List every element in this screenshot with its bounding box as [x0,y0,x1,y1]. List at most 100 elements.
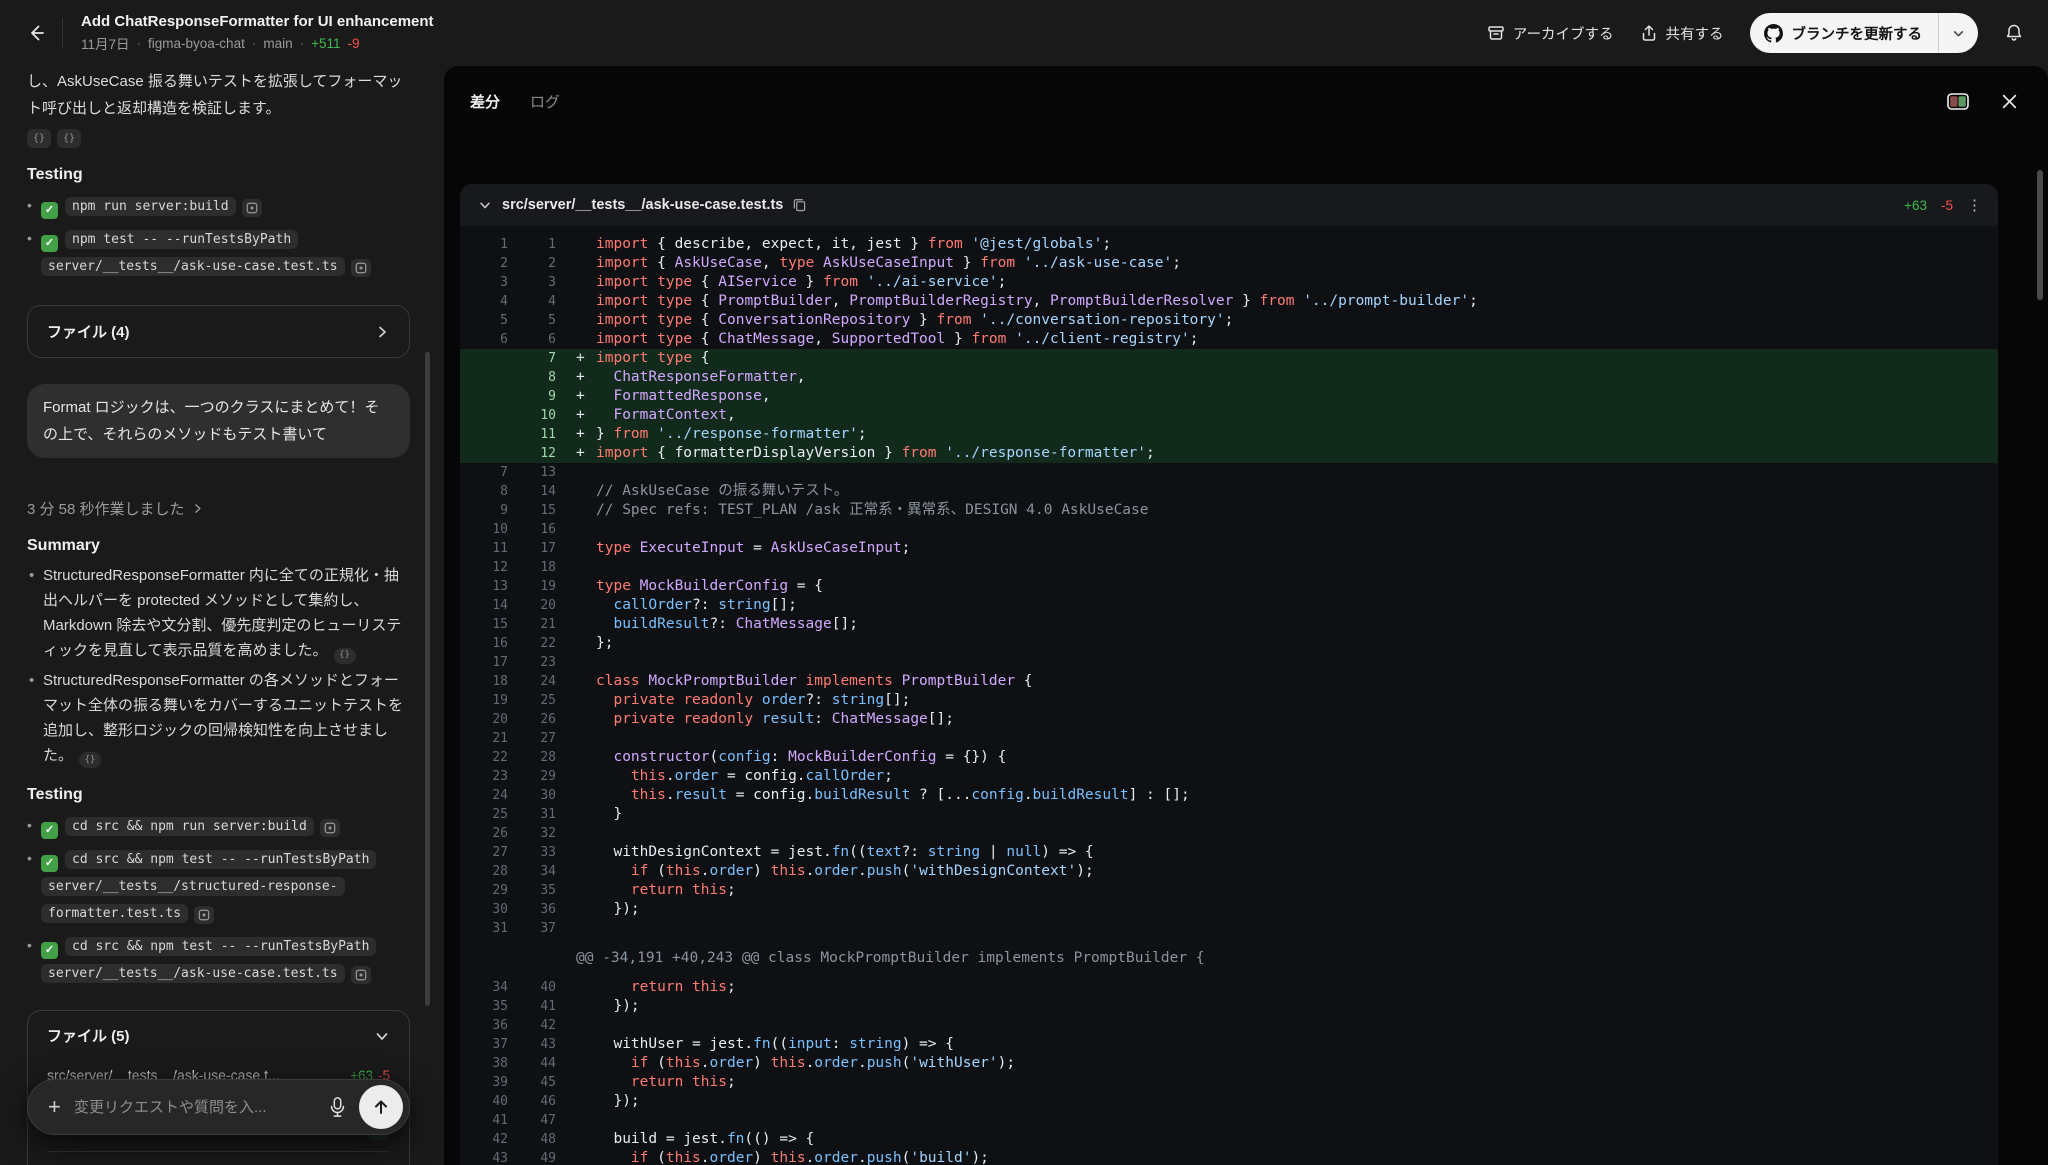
code-text [596,653,1998,672]
task-meta: 11月7日· figma-byoa-chat· main· +511 -9 [81,33,434,53]
new-line-number: 24 [520,672,568,691]
old-line-number: 8 [460,482,520,501]
code-text: if (this.order) this.order.push('build')… [596,1149,1998,1165]
old-line-number: 35 [460,997,520,1016]
code-text: return this; [596,1073,1998,1092]
old-line-number: 22 [460,748,520,767]
code-text: if (this.order) this.order.push('withUse… [596,1054,1998,1073]
diff-marker [568,672,596,691]
code-text [596,558,1998,577]
file-row[interactable]: src/server/ask-use-case.ts+28-4 [47,1151,390,1165]
code-text: this.result = config.buildResult ? [...c… [596,786,1998,805]
diff-line: 1521 buildResult?: ChatMessage[]; [460,615,1998,634]
chat-input-bar: + [27,1079,410,1135]
notifications-button[interactable] [2004,23,2024,43]
diff-line: 10+ FormatContext, [460,406,1998,425]
diff-marker [568,1092,596,1111]
bullet: • [27,932,32,958]
diff-line: 3036 }); [460,900,1998,919]
new-line-number: 5 [520,311,568,330]
diff-line: 2127 [460,729,1998,748]
terminal-output-icon[interactable] [242,199,262,217]
task-date: 11月7日 [81,33,130,53]
diff-line: 12+import { formatterDisplayVersion } fr… [460,444,1998,463]
diff-marker [568,292,596,311]
old-line-number: 7 [460,463,520,482]
new-line-number: 14 [520,482,568,501]
files-collapsed-card[interactable]: ファイル (4) [27,305,410,358]
new-line-number: 11 [520,425,568,444]
code-text: import type { AIService } from '../ai-se… [596,273,1998,292]
diff-marker [568,273,596,292]
diff-marker [568,1073,596,1092]
diff-marker: + [568,368,596,387]
old-line-number: 13 [460,577,520,596]
new-line-number: 44 [520,1054,568,1073]
code-text [596,729,1998,748]
check-icon: ✓ [41,855,58,872]
code-text: FormatContext, [596,406,1998,425]
file-menu-button[interactable]: ⋮ [1967,196,1982,214]
tab-log[interactable]: ログ [530,91,560,112]
split-diff-view-icon[interactable] [1947,93,1969,110]
code-ref-icon[interactable]: {} [27,129,51,148]
diff-line: 1925 private readonly order?: string[]; [460,691,1998,710]
bullet: • [29,668,34,693]
terminal-output-icon[interactable] [320,819,340,837]
new-line-number: 41 [520,997,568,1016]
diff-line: 2632 [460,824,1998,843]
mic-button[interactable] [328,1096,347,1118]
chat-input[interactable] [74,1099,328,1116]
old-line-number: 18 [460,672,520,691]
new-line-number: 13 [520,463,568,482]
new-line-number: 18 [520,558,568,577]
testing-item: •✓cd src && npm test -- --runTestsByPath… [27,932,410,986]
old-line-number: 41 [460,1111,520,1130]
close-panel-button[interactable] [2001,93,2018,110]
update-branch-button[interactable]: ブランチを更新する [1750,13,1979,53]
diff-scrollbar[interactable] [2037,170,2043,300]
files-expanded-header[interactable]: ファイル (5) [47,1025,390,1056]
code-text: }; [596,634,1998,653]
send-button[interactable] [359,1085,403,1129]
new-line-number: 7 [520,349,568,368]
diff-line: 3137 [460,919,1998,938]
diff-marker [568,805,596,824]
code-text: }); [596,900,1998,919]
diff-marker [568,634,596,653]
sidebar-scrollbar[interactable] [425,352,430,1006]
attach-button[interactable]: + [48,1094,74,1120]
code-text: withDesignContext = jest.fn((text?: stri… [596,843,1998,862]
code-ref-icon[interactable]: {} [79,752,101,768]
code-ref-icon[interactable]: {} [334,648,356,664]
back-button[interactable] [16,13,56,53]
copy-path-icon[interactable] [793,198,806,212]
work-duration-label: 3 分 58 秒作業しました [27,498,185,519]
old-line-number: 9 [460,501,520,520]
diff-line: 11+} from '../response-formatter'; [460,425,1998,444]
tab-diff[interactable]: 差分 [470,91,500,112]
old-line-number: 19 [460,691,520,710]
archive-button[interactable]: アーカイブする [1487,23,1614,44]
new-line-number: 25 [520,691,568,710]
divider [62,18,63,48]
new-line-number: 47 [520,1111,568,1130]
update-branch-dropdown[interactable] [1939,27,1978,40]
code-ref-icon[interactable]: {} [57,129,81,148]
collapse-chevron-icon[interactable] [478,198,492,212]
deletions-count: -9 [348,36,360,51]
diff-line: 1420 callOrder?: string[]; [460,596,1998,615]
check-icon: ✓ [41,942,58,959]
code-text: } from '../response-formatter'; [596,425,1998,444]
work-duration-toggle[interactable]: 3 分 58 秒作業しました [27,498,410,519]
diff-marker [568,1054,596,1073]
diff-marker [568,235,596,254]
terminal-output-icon[interactable] [351,259,371,277]
terminal-output-icon[interactable] [351,966,371,984]
terminal-output-icon[interactable] [194,906,214,924]
code-text [596,824,1998,843]
old-line-number: 4 [460,292,520,311]
diff-line: 1117type ExecuteInput = AskUseCaseInput; [460,539,1998,558]
bullet: • [27,812,32,838]
share-button[interactable]: 共有する [1640,23,1724,44]
